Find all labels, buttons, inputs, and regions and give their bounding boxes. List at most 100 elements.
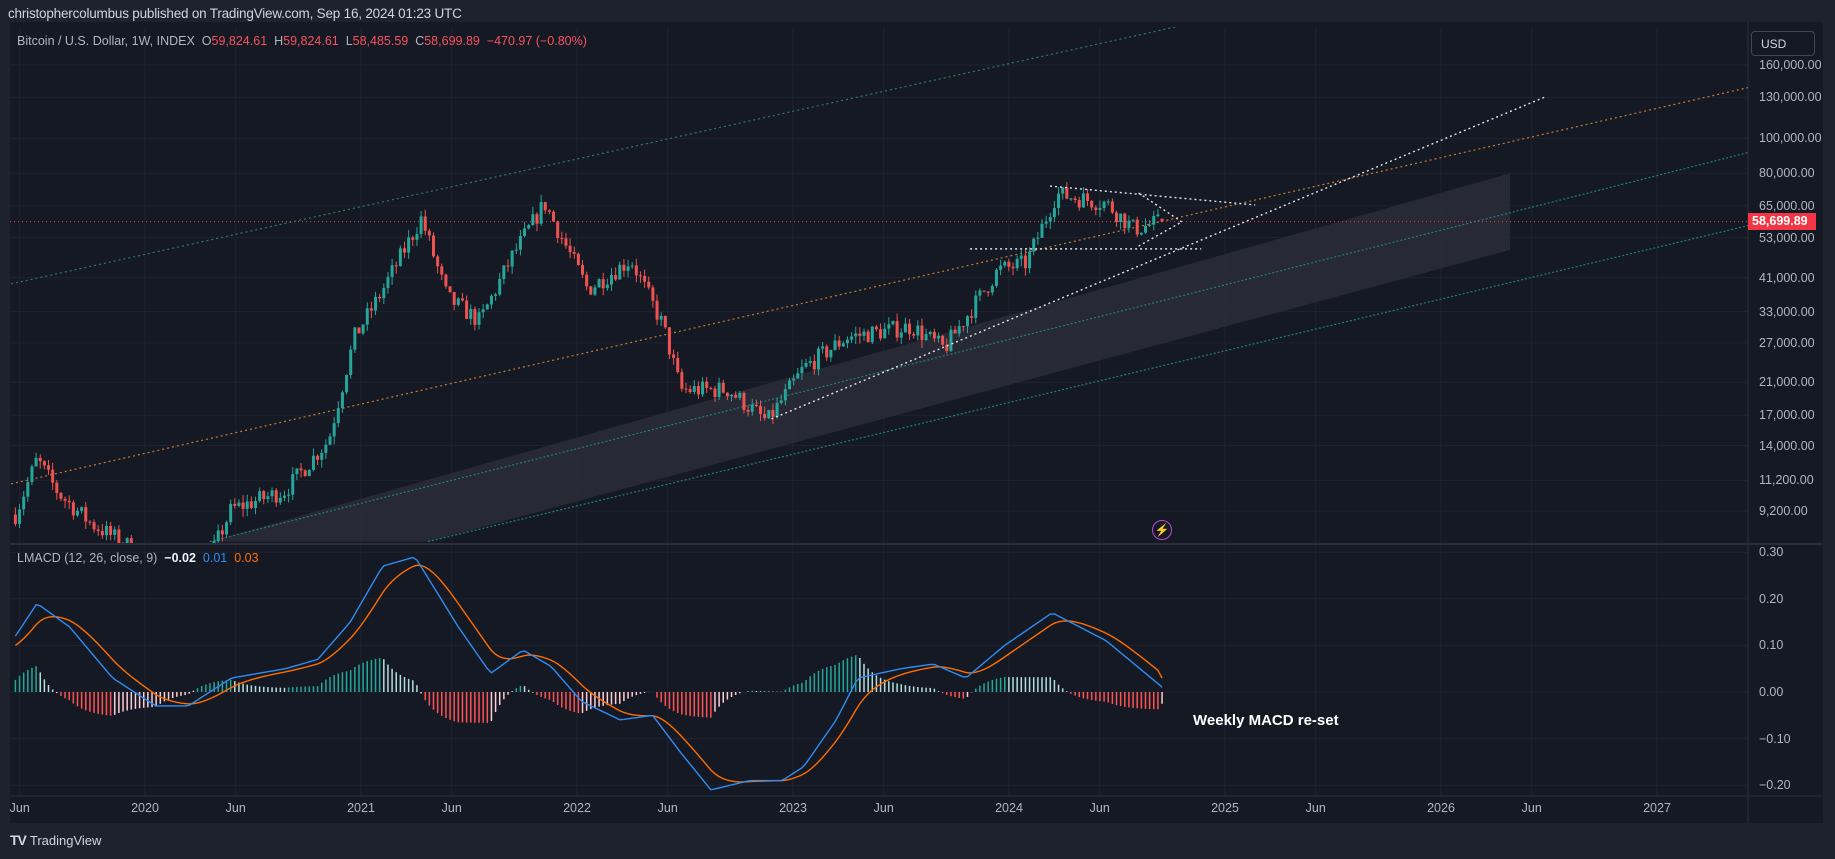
candle-body bbox=[854, 333, 858, 337]
time-axis-label: 2026 bbox=[1427, 801, 1455, 815]
candle-body bbox=[539, 202, 543, 224]
candle-body bbox=[1152, 216, 1156, 225]
macd-axis-label: −0.20 bbox=[1759, 778, 1791, 793]
candle-body bbox=[1139, 232, 1143, 235]
current-price-tag: 58,699.89 bbox=[1748, 213, 1816, 230]
candle-body bbox=[994, 269, 998, 286]
candle-body bbox=[262, 491, 266, 500]
candle-body bbox=[734, 394, 738, 398]
candle-body bbox=[970, 316, 974, 318]
candle-body bbox=[543, 202, 547, 211]
candle-body bbox=[394, 265, 398, 267]
candle-body bbox=[961, 326, 965, 328]
candle-body bbox=[229, 503, 233, 523]
candle-body bbox=[841, 343, 845, 347]
candle-body bbox=[357, 327, 361, 334]
candle-body bbox=[38, 457, 42, 462]
annotation-text[interactable]: Weekly MACD re-set bbox=[1193, 712, 1339, 729]
candle-body bbox=[974, 295, 978, 318]
candle-body bbox=[1023, 255, 1027, 269]
candle-body bbox=[1110, 201, 1114, 213]
candle-body bbox=[59, 493, 63, 499]
price-axis-label: 53,000.00 bbox=[1759, 230, 1815, 245]
candle-body bbox=[937, 335, 941, 339]
candle-body bbox=[266, 496, 270, 500]
candle-body bbox=[92, 522, 96, 530]
candle-body bbox=[411, 237, 415, 240]
candle-body bbox=[320, 452, 324, 460]
candle-body bbox=[1115, 212, 1119, 222]
candle-body bbox=[22, 496, 26, 510]
candle-body bbox=[581, 265, 585, 275]
candle-body bbox=[465, 300, 469, 320]
price-axis-label: 14,000.00 bbox=[1759, 438, 1815, 453]
macd-indicator-name[interactable]: LMACD (12, 26, close, 9) bbox=[17, 551, 157, 565]
candle-body bbox=[965, 316, 969, 327]
candle-body bbox=[547, 210, 551, 212]
candle-body bbox=[953, 329, 957, 334]
candle-body bbox=[647, 281, 651, 288]
candle-body bbox=[1119, 213, 1123, 222]
candle-body bbox=[680, 372, 684, 389]
candle-body bbox=[1135, 219, 1139, 235]
candle-body bbox=[63, 498, 67, 501]
tradingview-logo[interactable]: TV TradingView bbox=[10, 832, 101, 848]
candle-body bbox=[576, 253, 580, 266]
candle-body bbox=[903, 323, 907, 333]
candle-body bbox=[415, 234, 419, 240]
candle-body bbox=[634, 265, 638, 276]
macd-axis-label: 0.20 bbox=[1759, 591, 1784, 606]
candle-body bbox=[866, 331, 870, 343]
candle-body bbox=[469, 308, 473, 320]
candle-body bbox=[928, 331, 932, 335]
time-axis-label: 2027 bbox=[1643, 801, 1671, 815]
macd-axis-label: 0.00 bbox=[1759, 685, 1784, 699]
high-label: H bbox=[274, 34, 284, 48]
candle-body bbox=[1123, 213, 1127, 229]
candle-body bbox=[821, 346, 825, 349]
candle-body bbox=[999, 265, 1003, 270]
candle-body bbox=[754, 404, 758, 407]
candle-body bbox=[47, 465, 51, 470]
symbol-name[interactable]: Bitcoin / U.S. Dollar, 1W, INDEX bbox=[17, 34, 195, 48]
candle-body bbox=[1007, 261, 1011, 267]
currency-button[interactable]: USD bbox=[1751, 31, 1815, 56]
candle-body bbox=[444, 274, 448, 287]
candle-body bbox=[895, 321, 899, 338]
candle-body bbox=[833, 340, 837, 350]
candle-body bbox=[829, 349, 833, 358]
time-axis-label: 2020 bbox=[131, 801, 159, 815]
candle-body bbox=[792, 378, 796, 381]
candle-body bbox=[328, 436, 332, 445]
candle-body bbox=[270, 490, 274, 497]
candle-body bbox=[88, 521, 92, 523]
change-value: −470.97 (−0.80%) bbox=[486, 34, 587, 48]
price-axis-label: 17,000.00 bbox=[1759, 408, 1815, 423]
candle-body bbox=[1127, 220, 1131, 229]
candle-body bbox=[30, 466, 34, 483]
candle-body bbox=[725, 392, 729, 397]
candle-body bbox=[1081, 193, 1085, 208]
candle-body bbox=[1156, 214, 1160, 217]
candle-body bbox=[241, 502, 245, 509]
candle-body bbox=[746, 409, 750, 412]
candle-body bbox=[688, 389, 692, 392]
open-value: 59,824.61 bbox=[211, 34, 268, 48]
price-axis-label: 9,200.00 bbox=[1759, 504, 1808, 519]
candle-body bbox=[597, 279, 601, 288]
price-axis-label: 11,200.00 bbox=[1759, 473, 1814, 488]
chart-canvas[interactable] bbox=[0, 0, 1835, 859]
candle-body bbox=[825, 346, 829, 358]
candle-body bbox=[779, 400, 783, 403]
price-axis-label: 21,000.00 bbox=[1759, 375, 1815, 390]
candle-body bbox=[920, 325, 924, 340]
candle-body bbox=[1069, 198, 1073, 200]
candle-body bbox=[775, 402, 779, 417]
candle-body bbox=[1077, 200, 1081, 208]
candle-body bbox=[883, 328, 887, 339]
candle-body bbox=[713, 388, 717, 397]
lightning-icon[interactable]: ⚡ bbox=[1152, 520, 1172, 540]
candle-body bbox=[245, 501, 249, 509]
candle-body bbox=[589, 286, 593, 295]
candle-body bbox=[55, 482, 59, 494]
